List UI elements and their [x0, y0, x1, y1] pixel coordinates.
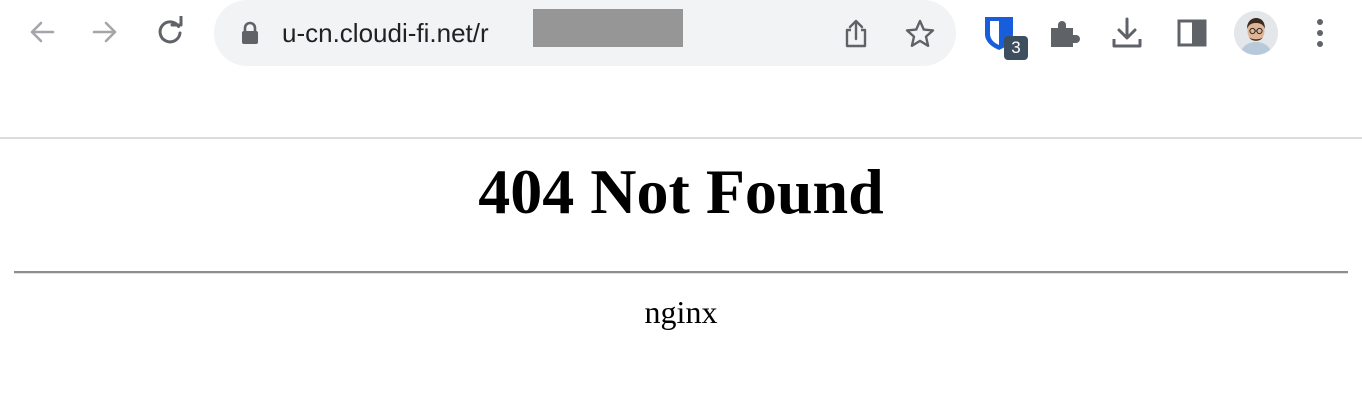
- avatar[interactable]: [1234, 11, 1278, 55]
- forward-button[interactable]: [85, 12, 125, 52]
- url-text[interactable]: u-cn.cloudi-fi.net/r: [282, 17, 489, 49]
- reload-button[interactable]: [150, 12, 190, 52]
- browser-toolbar: u-cn.cloudi-fi.net/r 3: [0, 0, 1362, 70]
- page-title: 404 Not Found: [478, 156, 884, 227]
- horizontal-rule: [14, 271, 1348, 274]
- extension-badge: 3: [1004, 36, 1028, 60]
- address-bar[interactable]: u-cn.cloudi-fi.net/r: [214, 0, 956, 66]
- reload-icon: [158, 16, 183, 44]
- lock-icon: [242, 21, 258, 44]
- back-arrow-icon: [30, 21, 55, 43]
- download-icon: [1112, 17, 1142, 48]
- browser-menu-button[interactable]: [1300, 13, 1340, 53]
- side-panel-button[interactable]: [1172, 13, 1212, 53]
- star-icon: [905, 19, 935, 47]
- kebab-menu-icon: [1317, 19, 1323, 47]
- url-redaction: [533, 9, 683, 47]
- downloads-button[interactable]: [1107, 13, 1147, 53]
- extensions-button[interactable]: [1044, 13, 1084, 53]
- forward-arrow-icon: [92, 21, 117, 43]
- side-panel-icon: [1177, 19, 1207, 47]
- share-button[interactable]: [836, 14, 876, 54]
- page-content: 404 Not Found nginx: [0, 139, 1362, 404]
- puzzle-icon: [1051, 21, 1080, 47]
- back-button[interactable]: [22, 12, 62, 52]
- bitwarden-extension-button[interactable]: 3: [980, 12, 1032, 62]
- profile-photo-icon: [1234, 11, 1278, 55]
- server-signature: nginx: [644, 294, 718, 330]
- bookmark-star-button[interactable]: [900, 14, 940, 54]
- share-icon: [845, 19, 867, 48]
